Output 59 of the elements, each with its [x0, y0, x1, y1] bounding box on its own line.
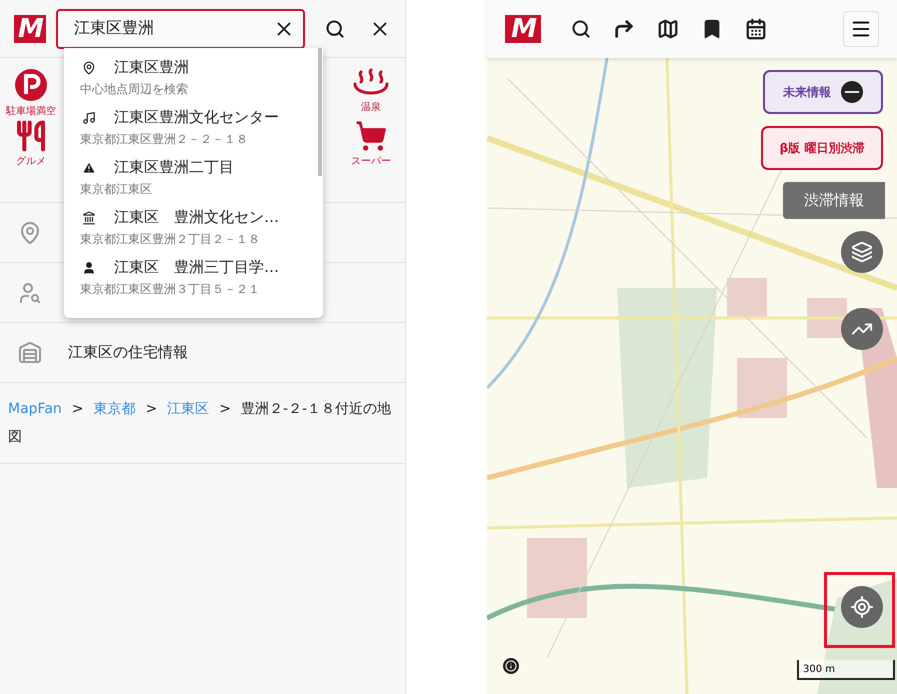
person-icon [82, 260, 96, 274]
suggestion-address: 東京都江東区 [80, 181, 153, 198]
route-button[interactable] [613, 18, 635, 40]
building-icon [82, 210, 96, 224]
category-button[interactable]: 温泉 [351, 68, 391, 120]
suggestion-item[interactable]: 江東区豊洲文化センター 東京都江東区豊洲２－２－１８ [64, 108, 312, 158]
scrollbar[interactable] [318, 48, 322, 176]
layers-icon [851, 241, 873, 263]
suggestion-title: 江東区 豊洲文化セン… [114, 208, 279, 227]
suggestion-item[interactable]: 江東区豊洲 中心地点周辺を検索 [64, 58, 312, 108]
utensils-icon [15, 120, 47, 152]
category-button[interactable]: グルメ [6, 120, 56, 172]
calendar-button[interactable] [745, 18, 767, 40]
menu-row[interactable]: 江東区の住宅情報 [0, 323, 405, 383]
category-button[interactable]: スーパー [351, 120, 391, 172]
turn-arrow-icon [613, 18, 635, 40]
suggestion-item[interactable]: 江東区豊洲二丁目 東京都江東区 [64, 158, 312, 208]
minus-icon [841, 81, 863, 103]
suggestion-item[interactable]: 江東区 豊洲文化セン… 東京都江東区豊洲２丁目２－１８ [64, 208, 312, 258]
future-info-button[interactable]: 未来情報 [763, 70, 883, 114]
weekday-traffic-button[interactable]: β版 曜日別渋滞 [761, 126, 883, 170]
breadcrumb-link[interactable]: 東京都 [94, 401, 136, 417]
suggestion-title: 江東区 豊洲三丁目学… [114, 258, 279, 277]
suggestion-address: 東京都江東区豊洲２丁目２－１８ [80, 231, 261, 248]
pin-icon [18, 220, 42, 244]
cart-icon [355, 120, 387, 152]
menu-button[interactable] [843, 11, 879, 47]
traffic-info-button[interactable]: 渋滞情報 [783, 182, 885, 219]
crosshair-icon [850, 595, 874, 619]
person-search-icon [18, 280, 42, 304]
info-icon [505, 660, 517, 672]
scale-bar: 300 m [797, 660, 895, 680]
search-input[interactable]: 江東区豊洲 [72, 18, 267, 39]
parking-icon [14, 68, 48, 102]
suggestion-address: 東京都江東区豊洲２－２－１８ [80, 131, 249, 148]
house-icon [18, 340, 42, 364]
search-field[interactable]: 江東区豊洲 [56, 8, 305, 48]
suggestion-address: 中心地点周辺を検索 [80, 81, 189, 98]
breadcrumb: MapFan > 東京都 > 江東区 > 豊洲２-２-１８付近の地図 [0, 383, 405, 464]
music-note-icon [82, 110, 96, 124]
suggestion-title: 江東区豊洲文化センター [114, 108, 279, 127]
suggestion-item[interactable]: 江東区 豊洲三丁目学… 東京都江東区豊洲３丁目５－２１ [64, 258, 312, 308]
category-button[interactable]: 駐車場満空 [6, 68, 56, 120]
warning-icon [82, 160, 96, 174]
calendar-icon [745, 18, 767, 40]
pin-icon [82, 60, 96, 74]
logo[interactable]: M [14, 14, 46, 42]
breadcrumb-link[interactable]: MapFan [8, 401, 62, 417]
suggestion-address: 東京都江東区豊洲３丁目５－２１ [80, 281, 261, 298]
search-button[interactable] [571, 19, 591, 39]
search-button[interactable] [325, 18, 345, 38]
search-icon [325, 18, 345, 38]
search-icon [571, 19, 591, 39]
breadcrumb-link[interactable]: 江東区 [167, 401, 210, 417]
logo[interactable]: M [505, 15, 541, 43]
map-button[interactable] [657, 18, 679, 40]
map-icon [657, 18, 679, 40]
suggestion-title: 江東区豊洲 [114, 58, 189, 77]
suggestion-title: 江東区豊洲二丁目 [114, 158, 234, 177]
